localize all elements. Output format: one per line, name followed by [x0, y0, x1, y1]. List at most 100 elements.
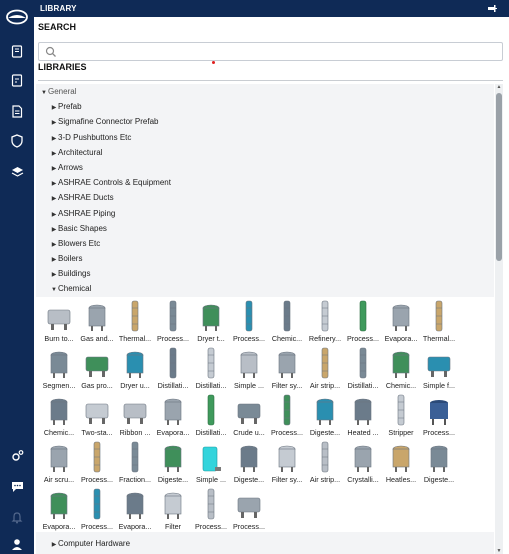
settings-icon[interactable]: [9, 447, 25, 463]
tree-item[interactable]: ▶ Boilers: [36, 251, 494, 266]
tree-item-label: ASHRAE Ducts: [58, 193, 114, 203]
symbol-tile[interactable]: Heated ...: [344, 391, 382, 438]
scroll-down-arrow-icon[interactable]: ▼: [496, 548, 502, 554]
tree-item-label: Prefab: [58, 102, 82, 112]
symbol-label: Burn to...: [44, 333, 74, 343]
bell-icon[interactable]: [9, 509, 25, 525]
symbol-tile[interactable]: Distillati...: [192, 391, 230, 438]
tree-item-label: ASHRAE Piping: [58, 208, 116, 218]
tree-item-label: Computer Hardware: [58, 539, 131, 548]
scroll-up-arrow-icon[interactable]: ▲: [496, 84, 502, 90]
symbol-tile[interactable]: Segmen...: [40, 344, 78, 391]
symbol-tile[interactable]: Process...: [154, 297, 192, 344]
notes-icon[interactable]: [9, 72, 25, 88]
tree-item[interactable]: ▶ ASHRAE Piping: [36, 206, 494, 221]
symbol-tile[interactable]: Evapora...: [154, 391, 192, 438]
symbol-tile[interactable]: Distillati...: [192, 344, 230, 391]
symbol-tile[interactable]: Process...: [192, 485, 230, 532]
symbol-tile[interactable]: Evapora...: [382, 297, 420, 344]
symbol-tile[interactable]: Process...: [78, 485, 116, 532]
tree-item[interactable]: ▶ Blowers Etc: [36, 236, 494, 251]
document-icon[interactable]: [9, 103, 25, 119]
pin-icon[interactable]: [488, 5, 497, 12]
symbol-label: Process...: [233, 333, 265, 343]
symbol-tile[interactable]: Digeste...: [420, 438, 458, 485]
tree-item[interactable]: ▶ Buildings: [36, 266, 494, 281]
two-stage-icon: [82, 394, 112, 426]
symbol-tile[interactable]: Process...: [78, 438, 116, 485]
symbol-tile[interactable]: Chemic...: [382, 344, 420, 391]
symbol-tile[interactable]: Digeste...: [154, 438, 192, 485]
user-icon[interactable]: [9, 536, 25, 552]
search-input[interactable]: [63, 44, 471, 59]
symbol-tile[interactable]: Thermal...: [420, 297, 458, 344]
symbol-tile[interactable]: Simple ...: [230, 344, 268, 391]
symbol-tile[interactable]: Process...: [268, 391, 306, 438]
symbol-label: Simple f...: [423, 380, 455, 390]
symbol-tile[interactable]: Dryer u...: [116, 344, 154, 391]
symbol-tile[interactable]: Process...: [344, 297, 382, 344]
symbol-tile[interactable]: Distillati...: [344, 344, 382, 391]
symbol-tile[interactable]: Chemic...: [40, 391, 78, 438]
symbol-tile[interactable]: Simple f...: [420, 344, 458, 391]
tree-item[interactable]: ▶ Basic Shapes: [36, 221, 494, 236]
symbol-tile[interactable]: Air strip...: [306, 344, 344, 391]
tree-item[interactable]: ▶ ASHRAE Ducts: [36, 190, 494, 205]
symbol-tile[interactable]: Simple ...: [192, 438, 230, 485]
symbol-tile[interactable]: Chemic...: [268, 297, 306, 344]
vertical-scrollbar[interactable]: ▲ ▼: [495, 84, 503, 554]
tree-item-computer-hardware[interactable]: ▶ Computer Hardware: [36, 536, 494, 551]
symbol-label: Air strip...: [309, 380, 341, 390]
symbol-label: Gas pro...: [81, 380, 113, 390]
tree-item[interactable]: ▶ Prefab: [36, 99, 494, 114]
tree-item[interactable]: ▶ 3-D Pushbuttons Etc: [36, 130, 494, 145]
symbol-tile[interactable]: Gas and...: [78, 297, 116, 344]
tree-root-general[interactable]: ▼General: [36, 84, 494, 99]
filter-icon: [158, 488, 188, 520]
symbol-tile[interactable]: Process...: [420, 391, 458, 438]
symbol-label: Gas and...: [80, 333, 114, 343]
distillation-3-icon: [348, 347, 378, 379]
symbol-tile[interactable]: Gas pro...: [78, 344, 116, 391]
symbol-tile[interactable]: Filter sy...: [268, 438, 306, 485]
symbol-tile[interactable]: Air scru...: [40, 438, 78, 485]
symbol-tile[interactable]: Distillati...: [154, 344, 192, 391]
symbol-tile[interactable]: Filter sy...: [268, 344, 306, 391]
symbol-tile[interactable]: Thermal...: [116, 297, 154, 344]
tree-item[interactable]: ▶ Architectural: [36, 145, 494, 160]
symbol-tile[interactable]: Filter: [154, 485, 192, 532]
symbol-tile[interactable]: Crude u...: [230, 391, 268, 438]
tree-item[interactable]: ▶ ASHRAE Controls & Equipment: [36, 175, 494, 190]
symbol-tile[interactable]: Fraction...: [116, 438, 154, 485]
symbol-tile[interactable]: Stripper: [382, 391, 420, 438]
symbol-label: Process...: [195, 521, 227, 531]
caret-right-icon[interactable]: ▶: [50, 538, 58, 553]
app-logo-icon[interactable]: [6, 6, 28, 28]
symbol-tile[interactable]: Dryer t...: [192, 297, 230, 344]
shield-icon[interactable]: [9, 133, 25, 149]
symbol-tile[interactable]: Burn to...: [40, 297, 78, 344]
symbol-tile[interactable]: Process...: [230, 485, 268, 532]
tree-item-label: Boilers: [58, 254, 83, 264]
tree-item[interactable]: ▶ Sigmafine Connector Prefab: [36, 114, 494, 129]
red-marker-dot: [212, 61, 215, 64]
tree-item[interactable]: ▶ Arrows: [36, 160, 494, 175]
layers-icon[interactable]: [9, 164, 25, 180]
symbol-tile[interactable]: Air strip...: [306, 438, 344, 485]
symbol-tile[interactable]: Heatles...: [382, 438, 420, 485]
symbol-tile[interactable]: Digeste...: [230, 438, 268, 485]
tree-item-chemical[interactable]: ▼Chemical: [36, 281, 494, 296]
symbol-tile[interactable]: Evapora...: [40, 485, 78, 532]
process-funnel-icon: [234, 488, 264, 520]
window-title: LIBRARY: [40, 4, 77, 13]
symbol-tile[interactable]: Two-sta...: [78, 391, 116, 438]
symbol-tile[interactable]: Ribbon ...: [116, 391, 154, 438]
symbol-tile[interactable]: Evapora...: [116, 485, 154, 532]
book-icon[interactable]: [9, 43, 25, 59]
symbol-tile[interactable]: Crystalli...: [344, 438, 382, 485]
chat-icon[interactable]: [9, 478, 25, 494]
symbol-tile[interactable]: Refinery...: [306, 297, 344, 344]
scrollbar-thumb[interactable]: [496, 93, 502, 261]
symbol-tile[interactable]: Process...: [230, 297, 268, 344]
symbol-tile[interactable]: Digeste...: [306, 391, 344, 438]
